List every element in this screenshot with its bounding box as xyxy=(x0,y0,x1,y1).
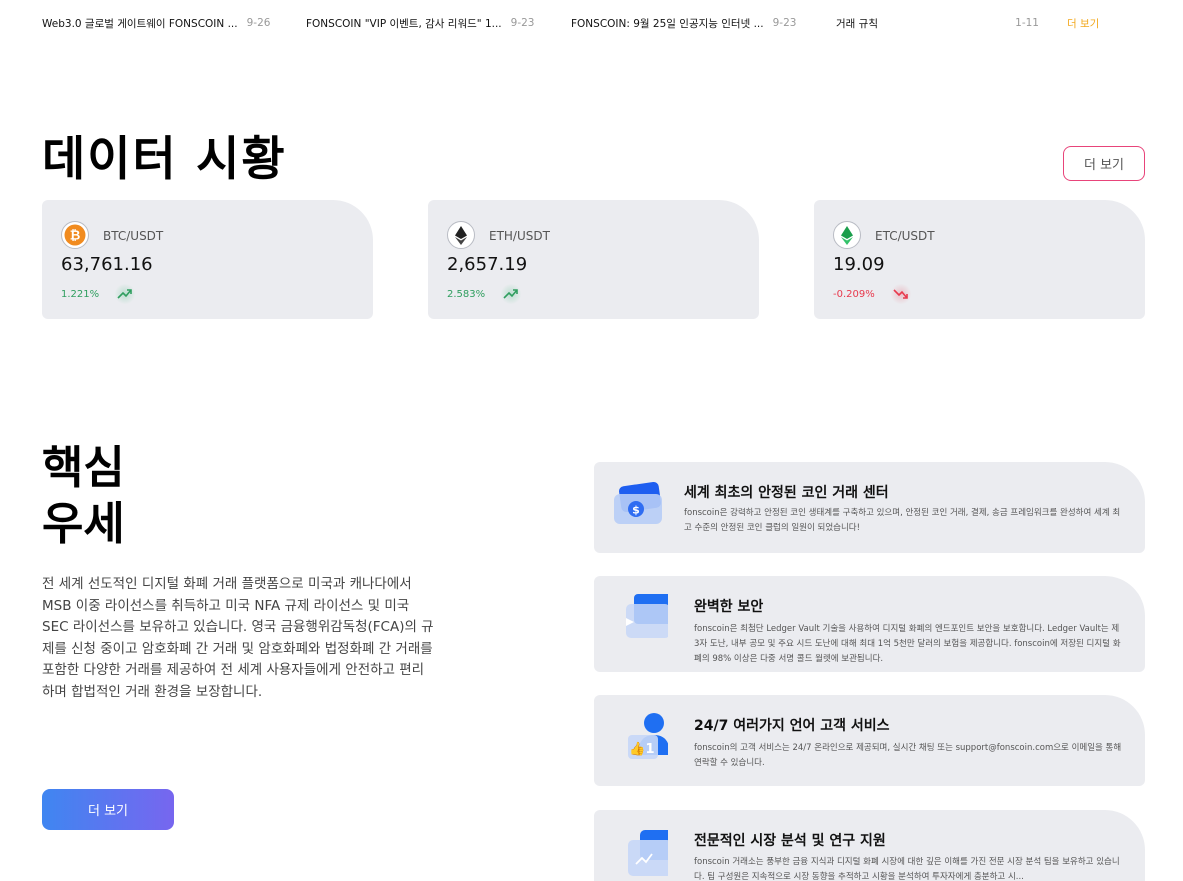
advantages-more-button[interactable]: 더 보기 xyxy=(42,789,174,830)
market-title: 데이터 시황 xyxy=(42,132,287,187)
feature-card: 전문적인 시장 분석 및 연구 지원 fonscoin 거래소는 풍부한 금융 … xyxy=(594,810,1145,881)
feature-description: fonscoin 거래소는 풍부한 금융 지식과 디지털 화폐 시장에 대한 깊… xyxy=(694,857,1120,881)
svg-text:$: $ xyxy=(632,504,640,517)
advantages-description: 전 세계 선도적인 디지털 화폐 거래 플랫폼으로 미국과 캐나다에서 MSB … xyxy=(42,576,434,700)
news-item[interactable]: Web3.0 글로벌 게이트웨이 FONSCOIN ... 9-26 xyxy=(42,16,306,31)
feature-title: 24/7 여러가지 언어 고객 서비스 xyxy=(694,718,890,734)
news-bar: Web3.0 글로벌 게이트웨이 FONSCOIN ... 9-26 FONSC… xyxy=(42,14,1137,32)
ticker-card-eth[interactable]: ETH/USDT 2,657.19 2.583% xyxy=(428,200,759,319)
ethereum-icon xyxy=(447,221,475,249)
vault-icon xyxy=(610,592,684,644)
advantages-title: 핵심 우세 xyxy=(42,440,125,552)
chart-screen-icon xyxy=(610,826,680,878)
feature-title: 전문적인 시장 분석 및 연구 지원 xyxy=(694,833,886,849)
news-item[interactable]: 거래 규칙 1-11 xyxy=(836,16,1039,31)
news-title[interactable]: FONSCOIN "VIP 이벤트, 감사 리워드" 1... xyxy=(306,16,502,31)
page: Web3.0 글로벌 게이트웨이 FONSCOIN ... 9-26 FONSC… xyxy=(0,0,1183,881)
bitcoin-icon: ₿ xyxy=(61,221,89,249)
news-item[interactable]: FONSCOIN "VIP 이벤트, 감사 리워드" 1... 9-23 xyxy=(306,16,571,31)
wallet-dollar-icon: $ xyxy=(610,478,668,530)
ticker-card-btc[interactable]: ₿ BTC/USDT 63,761.16 1.221% xyxy=(42,200,373,319)
news-date: 1-11 xyxy=(1015,17,1039,29)
ticker-pair: ETC/USDT xyxy=(875,229,935,243)
svg-text:₿: ₿ xyxy=(70,229,81,244)
ticker-pair: ETH/USDT xyxy=(489,229,550,243)
news-title[interactable]: Web3.0 글로벌 게이트웨이 FONSCOIN ... xyxy=(42,16,238,31)
advantages-title-line1: 핵심 xyxy=(42,441,125,494)
ticker-change: -0.209% xyxy=(833,289,875,300)
ticker-pair: BTC/USDT xyxy=(103,229,164,243)
ticker-price: 2,657.19 xyxy=(447,254,528,275)
ticker-change: 2.583% xyxy=(447,289,486,300)
news-title[interactable]: 거래 규칙 xyxy=(836,16,878,31)
feature-description: fonscoin은 최첨단 Ledger Vault 기술을 사용하여 디지털 … xyxy=(694,624,1121,664)
feature-card: $ 세계 최초의 안정된 코인 거래 센터 fonscoin은 강력하고 안정된… xyxy=(594,462,1145,553)
news-date: 9-23 xyxy=(510,17,535,29)
feature-card: 👍1 24/7 여러가지 언어 고객 서비스 fonscoin의 고객 서비스는… xyxy=(594,695,1145,786)
ticker-price: 19.09 xyxy=(833,254,885,275)
feature-title: 세계 최초의 안정된 코인 거래 센터 xyxy=(684,485,889,501)
advantages-title-line2: 우세 xyxy=(42,497,125,550)
trend-up-icon xyxy=(500,284,522,304)
feature-description: fonscoin은 강력하고 안정된 코인 생태계를 구축하고 있으며, 안정된… xyxy=(684,508,1121,533)
ticker-price: 63,761.16 xyxy=(61,254,153,275)
news-date: 9-26 xyxy=(246,17,271,29)
ticker-change: 1.221% xyxy=(61,289,100,300)
support-user-icon: 👍1 xyxy=(610,711,670,763)
market-more-button[interactable]: 더 보기 xyxy=(1063,146,1145,181)
ticker-card-etc[interactable]: ETC/USDT 19.09 -0.209% xyxy=(814,200,1145,319)
trend-up-icon xyxy=(114,284,136,304)
trend-down-icon xyxy=(890,284,912,304)
news-title[interactable]: FONSCOIN: 9월 25일 인공지능 인터넷 ... xyxy=(571,16,764,31)
feature-description: fonscoin의 고객 서비스는 24/7 온라인으로 제공되며, 실시간 채… xyxy=(694,743,1122,768)
feature-card: 완벽한 보안 fonscoin은 최첨단 Ledger Vault 기술을 사용… xyxy=(594,576,1145,672)
ethereum-classic-icon xyxy=(833,221,861,249)
feature-title: 완벽한 보안 xyxy=(694,599,764,615)
news-item[interactable]: FONSCOIN: 9월 25일 인공지능 인터넷 ... 9-23 xyxy=(571,16,836,31)
news-date: 9-23 xyxy=(772,17,797,29)
news-more-link[interactable]: 더 보기 xyxy=(1067,16,1099,31)
svg-text:👍1: 👍1 xyxy=(629,741,654,757)
